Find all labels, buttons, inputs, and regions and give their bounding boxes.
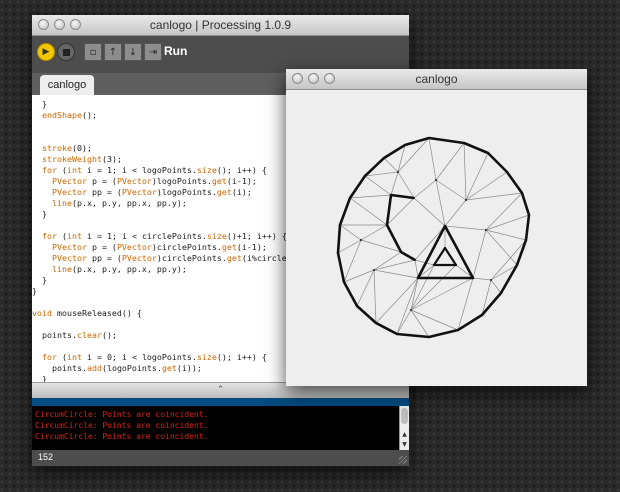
triangulation-drawing — [286, 90, 587, 386]
code-line: line(p.x, p.y, pp.x, pp.y); — [51, 198, 187, 208]
code-line: } — [32, 374, 47, 382]
scroll-up-arrow-icon[interactable]: ▲ — [400, 430, 409, 439]
code-line: endShape(); — [42, 110, 97, 120]
code-line: strokeWeight(3); — [42, 154, 122, 164]
scroll-down-arrow-icon[interactable]: ▼ — [400, 440, 409, 449]
sketch-window-title: canlogo — [415, 72, 458, 86]
code-line: line(p.x, p.y, pp.x, pp.y); — [51, 264, 187, 274]
open-button[interactable]: ↑ — [104, 43, 122, 61]
code-line: } — [32, 99, 47, 109]
new-file-icon: ▫ — [89, 46, 97, 58]
mesh-vertex — [359, 238, 363, 242]
mesh-vertex — [489, 278, 493, 282]
save-button[interactable]: ↓ — [124, 43, 142, 61]
editor-toolbar: ▶ ▫ ↑ ↓ ⇥ Run — [32, 36, 409, 73]
code-line: void mouseReleased() { — [32, 308, 142, 318]
console-scrollbar[interactable]: ▲ ▼ — [399, 406, 409, 450]
sketch-canvas[interactable] — [286, 90, 587, 386]
code-line: } — [32, 286, 37, 296]
console: CircumCircle: Points are coincident. Circ… — [32, 406, 400, 450]
code-line: points.clear(); — [32, 330, 117, 340]
export-icon: ⇥ — [148, 46, 158, 58]
code-line: } — [32, 209, 47, 219]
mesh-vertex — [464, 198, 468, 202]
play-icon: ▶ — [42, 47, 50, 57]
code-line: PVector p = (PVector)circlePoints.get(i-… — [51, 242, 267, 252]
line-number: 152 — [38, 452, 54, 462]
code-line: for (int i = 0; i < logoPoints.size(); i… — [42, 352, 267, 362]
mesh-vertex — [409, 308, 413, 312]
mesh-vertex — [372, 268, 376, 272]
status-bar: 152 — [32, 450, 409, 466]
editor-window-title: canlogo | Processing 1.0.9 — [149, 18, 292, 32]
code-line: points.add(logoPoints.get(i)); — [32, 363, 202, 373]
code-line: stroke(0); — [42, 143, 92, 153]
save-icon: ↓ — [128, 46, 138, 58]
message-bar — [32, 398, 409, 406]
code-line: PVector pp = (PVector)circlePoints.get(i… — [51, 253, 317, 263]
code-line: } — [32, 275, 47, 285]
export-button[interactable]: ⇥ — [144, 43, 162, 61]
sketch-window: canlogo — [286, 69, 587, 386]
stop-button[interactable] — [57, 43, 75, 61]
editor-titlebar[interactable]: canlogo | Processing 1.0.9 — [32, 15, 409, 36]
scroll-thumb[interactable] — [401, 408, 408, 424]
console-line: CircumCircle: Points are coincident. — [35, 432, 209, 441]
console-line: CircumCircle: Points are coincident. — [35, 421, 209, 430]
chevron-up-icon: ⌃ — [216, 385, 225, 395]
canvas-background — [286, 90, 587, 386]
tab-canlogo[interactable]: canlogo — [40, 75, 94, 95]
resize-grip-icon[interactable] — [399, 456, 407, 464]
code-line: for (int i = 1; i < circlePoints.size()+… — [42, 231, 287, 241]
mesh-vertex — [396, 170, 400, 174]
sketch-titlebar[interactable]: canlogo — [286, 69, 587, 90]
toolbar-status-label: Run — [164, 44, 188, 58]
code-line: PVector p = (PVector)logoPoints.get(i-1)… — [51, 176, 257, 186]
console-line: CircumCircle: Points are coincident. — [35, 410, 209, 419]
run-button[interactable]: ▶ — [37, 43, 55, 61]
new-button[interactable]: ▫ — [84, 43, 102, 61]
code-line: for (int i = 1; i < logoPoints.size(); i… — [42, 165, 267, 175]
open-icon: ↑ — [108, 46, 118, 58]
code-line: PVector pp = (PVector)logoPoints.get(i); — [51, 187, 252, 197]
mesh-vertex — [484, 228, 488, 232]
stop-icon — [62, 48, 70, 56]
mesh-vertex — [434, 178, 438, 182]
